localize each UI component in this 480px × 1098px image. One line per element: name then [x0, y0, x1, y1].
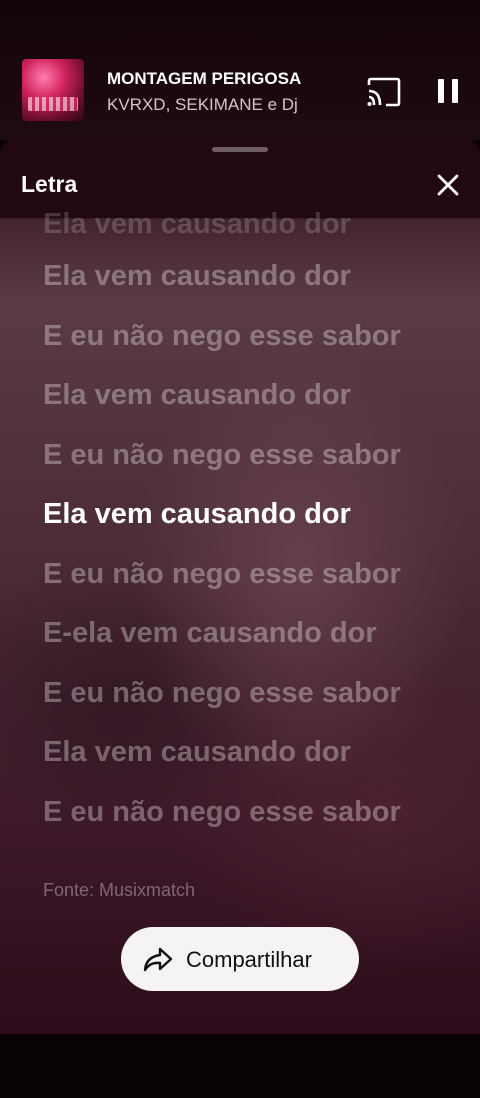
track-artists: KVRXD, SEKIMANE e Dj	[107, 95, 298, 114]
sheet-title: Letra	[21, 171, 78, 197]
lyric-line[interactable]: Ela vem causando dor	[43, 208, 463, 241]
bottom-bar	[0, 1034, 480, 1098]
pause-button[interactable]	[434, 76, 462, 106]
lyric-line[interactable]: E eu não nego esse sabor	[43, 677, 463, 710]
lyric-line[interactable]: E eu não nego esse sabor	[43, 320, 463, 353]
close-button[interactable]	[434, 171, 462, 199]
lyric-line[interactable]: Ela vem causando dor	[43, 736, 463, 769]
mini-player[interactable]: MONTAGEM PERIGOSA KVRXD, SEKIMANE e Dj	[0, 0, 480, 140]
lyric-line[interactable]: E-ela vem causando dor	[43, 617, 463, 650]
cast-button[interactable]	[366, 76, 402, 108]
share-label: Compartilhar	[186, 947, 312, 972]
drag-handle[interactable]	[212, 147, 268, 152]
pause-icon	[438, 79, 458, 103]
lyric-line[interactable]: E eu não nego esse sabor	[43, 439, 463, 472]
sheet-header: Letra	[0, 138, 480, 219]
lyrics-sheet: Letra Ela vem causando dor Ela vem causa…	[0, 138, 480, 1034]
close-icon	[437, 174, 459, 196]
lyric-line[interactable]: E eu não nego esse sabor	[43, 558, 463, 591]
share-icon	[143, 947, 173, 972]
album-art[interactable]	[22, 59, 84, 121]
lyric-line[interactable]: E eu não nego esse sabor	[43, 796, 463, 829]
lyrics-source: Fonte: Musixmatch	[43, 880, 196, 900]
share-button[interactable]: Compartilhar	[121, 927, 359, 991]
cast-icon	[367, 77, 401, 107]
lyric-line-active[interactable]: Ela vem causando dor	[43, 498, 463, 531]
track-title: MONTAGEM PERIGOSA	[107, 69, 302, 88]
lyric-line[interactable]: Ela vem causando dor	[43, 260, 463, 293]
lyric-line[interactable]: Ela vem causando dor	[43, 379, 463, 412]
